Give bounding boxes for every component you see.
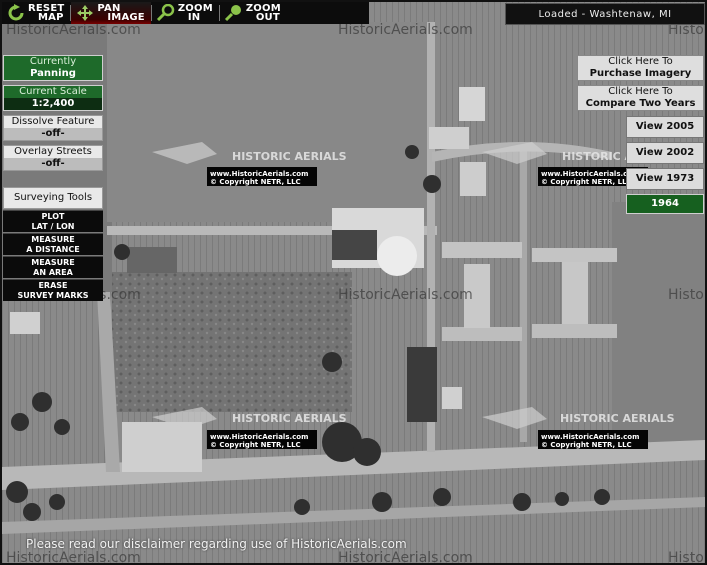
building-9	[127, 247, 177, 273]
overlay-streets-toggle[interactable]: Overlay Streets -off-	[3, 145, 103, 171]
reset-map-button[interactable]: RESET MAP	[2, 2, 70, 24]
building-5	[562, 262, 588, 324]
lot-a	[442, 242, 522, 258]
watermark-text: Histo	[668, 550, 704, 563]
building-7	[442, 387, 462, 409]
reset-label-2: MAP	[38, 12, 64, 23]
zoom-in-label-2: IN	[187, 12, 201, 23]
current-year-1964: 1964	[626, 194, 704, 214]
stamp-copyright: © Copyright NETR, LLC	[210, 178, 301, 186]
tool-label-2: LAT / LON	[31, 221, 75, 231]
building-1	[459, 87, 485, 121]
watermark-text: HistoricAerials.com	[338, 550, 473, 563]
scale-header: Current Scale	[19, 86, 87, 97]
zoom-in-magnifier-icon	[156, 4, 175, 22]
compare-years-button[interactable]: Click Here To Compare Two Years	[577, 85, 704, 111]
field-north	[107, 22, 427, 222]
stamp-title: HISTORIC AERIALS	[232, 412, 347, 425]
surveying-tools-header: Surveying Tools	[3, 187, 103, 209]
building-2	[429, 127, 469, 149]
mode-indicator: Currently Panning	[3, 55, 103, 81]
lot-c	[442, 327, 522, 341]
mode-value: Panning	[30, 68, 76, 79]
watermark-text: HistoricAerials.com	[6, 22, 141, 38]
scale-indicator: Current Scale 1:2,400	[3, 85, 103, 111]
tool-label-2: A DISTANCE	[26, 244, 80, 254]
reset-icon	[8, 4, 24, 21]
pan-image-button[interactable]: PAN IMAGE	[71, 2, 151, 24]
stamp-url: www.HistoricAerials.com	[541, 170, 639, 178]
building-10	[122, 422, 202, 472]
stamp-title: HISTORIC AERIALS	[560, 412, 675, 425]
view-2005-button[interactable]: View 2005	[626, 116, 704, 138]
stamp-copyright: © Copyright NETR, LLC	[541, 441, 632, 449]
zoom-out-button[interactable]: ZOOM OUT	[220, 2, 287, 24]
overlay-value: -off-	[4, 158, 102, 170]
dissolve-feature-toggle[interactable]: Dissolve Feature -off-	[3, 115, 103, 141]
watermark-text: HistoricAerials.com	[6, 550, 141, 563]
map-viewer: HistoricAerials.com HistoricAerials.com …	[0, 0, 707, 565]
stamp-copyright: © Copyright NETR, LLC	[210, 441, 301, 449]
tool-label-1: MEASURE	[31, 234, 75, 244]
building-11	[10, 312, 40, 334]
zoom-in-button[interactable]: ZOOM IN	[152, 2, 219, 24]
building-6	[407, 347, 437, 422]
tool-label-1: PLOT	[41, 211, 65, 221]
mode-header: Currently	[29, 56, 77, 67]
tank-1	[377, 236, 417, 276]
building-3	[460, 162, 486, 196]
purchase-line-2: Purchase Imagery	[589, 68, 692, 79]
pan-arrows-icon	[77, 5, 94, 21]
zoom-out-magnifier-icon	[224, 5, 241, 22]
building-8	[332, 230, 377, 260]
stamp-copyright: © Copyright NETR, LLC	[541, 178, 632, 186]
view-1973-button[interactable]: View 1973	[626, 168, 704, 190]
stamp-title: HISTORIC AERIALS	[232, 150, 347, 163]
tool-label-2: SURVEY MARKS	[17, 290, 89, 300]
tool-label-2: AN AREA	[33, 267, 73, 277]
field-center	[112, 272, 352, 412]
plot-lat-lon-button[interactable]: PLOT LAT / LON	[3, 210, 103, 232]
lot-d	[532, 324, 617, 338]
compare-line-1: Click Here To	[608, 86, 673, 97]
measure-distance-button[interactable]: MEASURE A DISTANCE	[3, 233, 103, 255]
watermark-text: HistoricAerials.com	[338, 287, 473, 303]
road-vertical-east	[520, 142, 527, 442]
field-east	[612, 202, 705, 442]
dissolve-header: Dissolve Feature	[11, 116, 95, 127]
scale-value: 1:2,400	[4, 98, 102, 110]
purchase-imagery-button[interactable]: Click Here To Purchase Imagery	[577, 55, 704, 81]
map-toolbar: RESET MAP PAN IMAGE ZOOM IN ZOOM OUT	[2, 2, 369, 24]
tool-label-1: MEASURE	[31, 257, 75, 267]
zoom-out-label-2: OUT	[255, 12, 280, 23]
compare-line-2: Compare Two Years	[585, 98, 696, 109]
lot-b	[532, 248, 617, 262]
watermark-text: Histo	[668, 287, 704, 303]
view-2002-button[interactable]: View 2002	[626, 142, 704, 164]
watermark-text: HistoricAerials.com	[338, 22, 473, 38]
erase-survey-marks-button[interactable]: ERASE SURVEY MARKS	[3, 279, 103, 301]
stamp-url: www.HistoricAerials.com	[210, 170, 308, 178]
stamp-url: www.HistoricAerials.com	[541, 433, 639, 441]
stamp-url: www.HistoricAerials.com	[210, 433, 308, 441]
measure-area-button[interactable]: MEASURE AN AREA	[3, 256, 103, 278]
overlay-header: Overlay Streets	[14, 146, 92, 157]
pan-label-2: IMAGE	[107, 12, 145, 23]
dissolve-value: -off-	[4, 128, 102, 140]
purchase-line-1: Click Here To	[608, 56, 673, 67]
load-status: Loaded - Washtenaw, MI	[505, 3, 705, 25]
tool-label-1: ERASE	[38, 280, 68, 290]
disclaimer-link[interactable]: Please read our disclaimer regarding use…	[26, 537, 407, 551]
